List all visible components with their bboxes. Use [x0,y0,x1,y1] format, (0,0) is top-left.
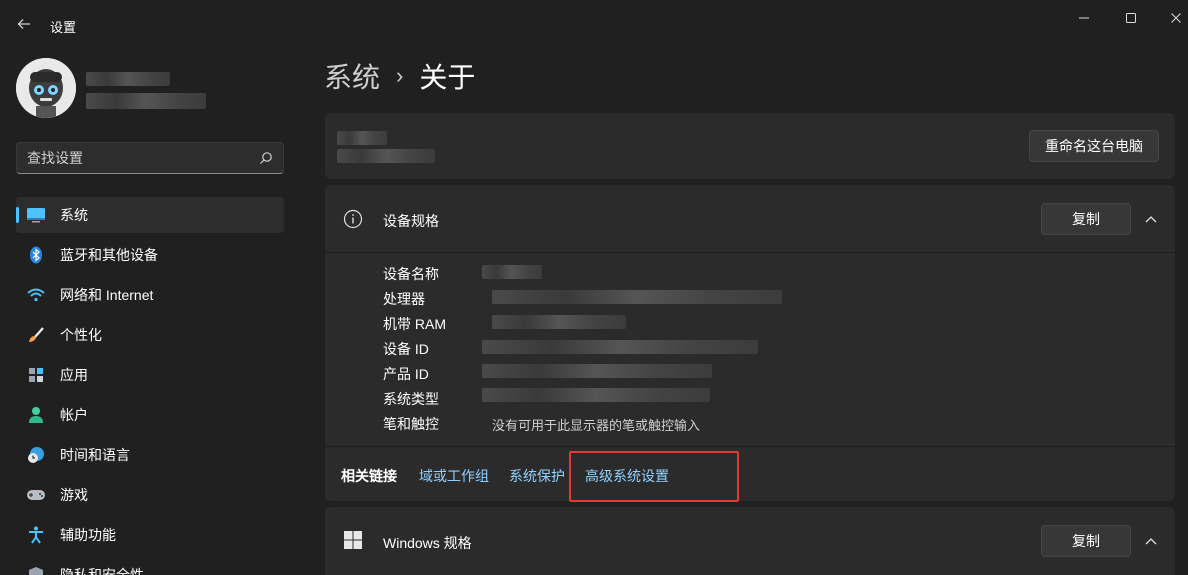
gamepad-icon [26,485,46,505]
app-title: 设置 [50,20,77,35]
spec-value-redacted [492,315,626,329]
spec-label-device-id: 设备 ID [383,341,429,357]
sidebar-item-label: 辅助功能 [60,527,116,543]
sidebar-item-label: 系统 [60,207,88,223]
divider [325,446,1175,447]
clock-globe-icon [26,445,46,465]
windows-logo-icon [343,530,363,550]
system-icon [26,205,46,225]
sidebar-item-accessibility[interactable]: 辅助功能 [16,517,284,553]
sidebar-item-system[interactable]: 系统 [16,197,284,233]
link-system-protection[interactable]: 系统保护 [509,466,565,486]
spec-value-redacted [482,388,710,402]
breadcrumb-separator: › [396,63,404,88]
sidebar-item-bluetooth[interactable]: 蓝牙和其他设备 [16,237,284,273]
windows-specs-card: Windows 规格 复制 [325,507,1175,575]
sidebar-item-time-language[interactable]: 时间和语言 [16,437,284,473]
sidebar-item-label: 应用 [60,367,88,383]
info-icon [343,209,363,229]
spec-label-pen-touch: 笔和触控 [383,416,439,432]
related-links-label: 相关链接 [341,468,397,484]
profile-name-redacted [86,72,170,86]
back-arrow-icon[interactable] [14,14,34,34]
spec-label-system-type: 系统类型 [383,391,439,407]
spec-value-redacted [492,290,782,304]
device-name-redacted [337,131,387,145]
sidebar-item-personalization[interactable]: 个性化 [16,317,284,353]
spec-value-redacted [482,364,712,378]
spec-value-pen-touch: 没有可用于此显示器的笔或触控输入 [492,418,701,433]
sidebar-item-privacy[interactable]: 隐私和安全性 [16,557,284,575]
account-icon [26,405,46,425]
copy-windows-specs-button[interactable]: 复制 [1041,525,1131,557]
minimize-icon[interactable] [1073,8,1095,28]
search-input[interactable] [27,143,247,173]
spec-label-ram: 机带 RAM [383,316,446,332]
sidebar-item-label: 帐户 [60,407,88,423]
sidebar-item-label: 游戏 [60,487,88,503]
windows-specs-title: Windows 规格 [383,535,472,551]
sidebar-item-label: 个性化 [60,327,102,343]
spec-value-redacted [482,340,758,354]
device-name-card: 重命名这台电脑 [325,113,1175,179]
breadcrumb-parent[interactable]: 系统 [324,56,380,96]
accessibility-icon [26,525,46,545]
spec-label-device-name: 设备名称 [383,266,439,282]
divider [325,252,1175,253]
device-specs-title: 设备规格 [383,213,439,229]
wifi-icon [26,285,46,305]
sidebar-item-gaming[interactable]: 游戏 [16,477,284,513]
spec-label-processor: 处理器 [383,291,425,307]
sidebar-item-label: 网络和 Internet [60,287,154,303]
link-domain-workgroup[interactable]: 域或工作组 [419,466,489,486]
profile-email-redacted [86,93,206,109]
sidebar-item-network[interactable]: 网络和 Internet [16,277,284,313]
chevron-up-icon[interactable] [1141,531,1161,551]
title-bar: 设置 [0,0,1188,48]
close-icon[interactable] [1165,8,1187,28]
avatar[interactable] [16,58,76,118]
maximize-icon[interactable] [1120,8,1142,28]
sidebar-item-label: 隐私和安全性 [60,567,144,575]
sidebar-item-label: 蓝牙和其他设备 [60,247,158,263]
sidebar-item-accounts[interactable]: 帐户 [16,397,284,433]
breadcrumb: 系统 › 关于 [324,56,475,96]
copy-device-specs-button[interactable]: 复制 [1041,203,1131,235]
brush-icon [26,325,46,345]
bluetooth-icon [26,245,46,265]
robot-avatar-icon [16,58,76,118]
search-icon[interactable] [259,151,273,165]
spec-label-product-id: 产品 ID [383,366,429,382]
shield-icon [26,565,46,575]
search-box[interactable] [16,142,284,174]
device-model-redacted [337,149,435,163]
chevron-up-icon[interactable] [1141,209,1161,229]
spec-value-redacted [482,265,542,279]
sidebar-item-label: 时间和语言 [60,447,130,463]
apps-icon [26,365,46,385]
rename-pc-button[interactable]: 重命名这台电脑 [1029,130,1159,162]
annotation-highlight-box [569,451,739,502]
page-title: 关于 [419,62,476,93]
sidebar-item-apps[interactable]: 应用 [16,357,284,393]
